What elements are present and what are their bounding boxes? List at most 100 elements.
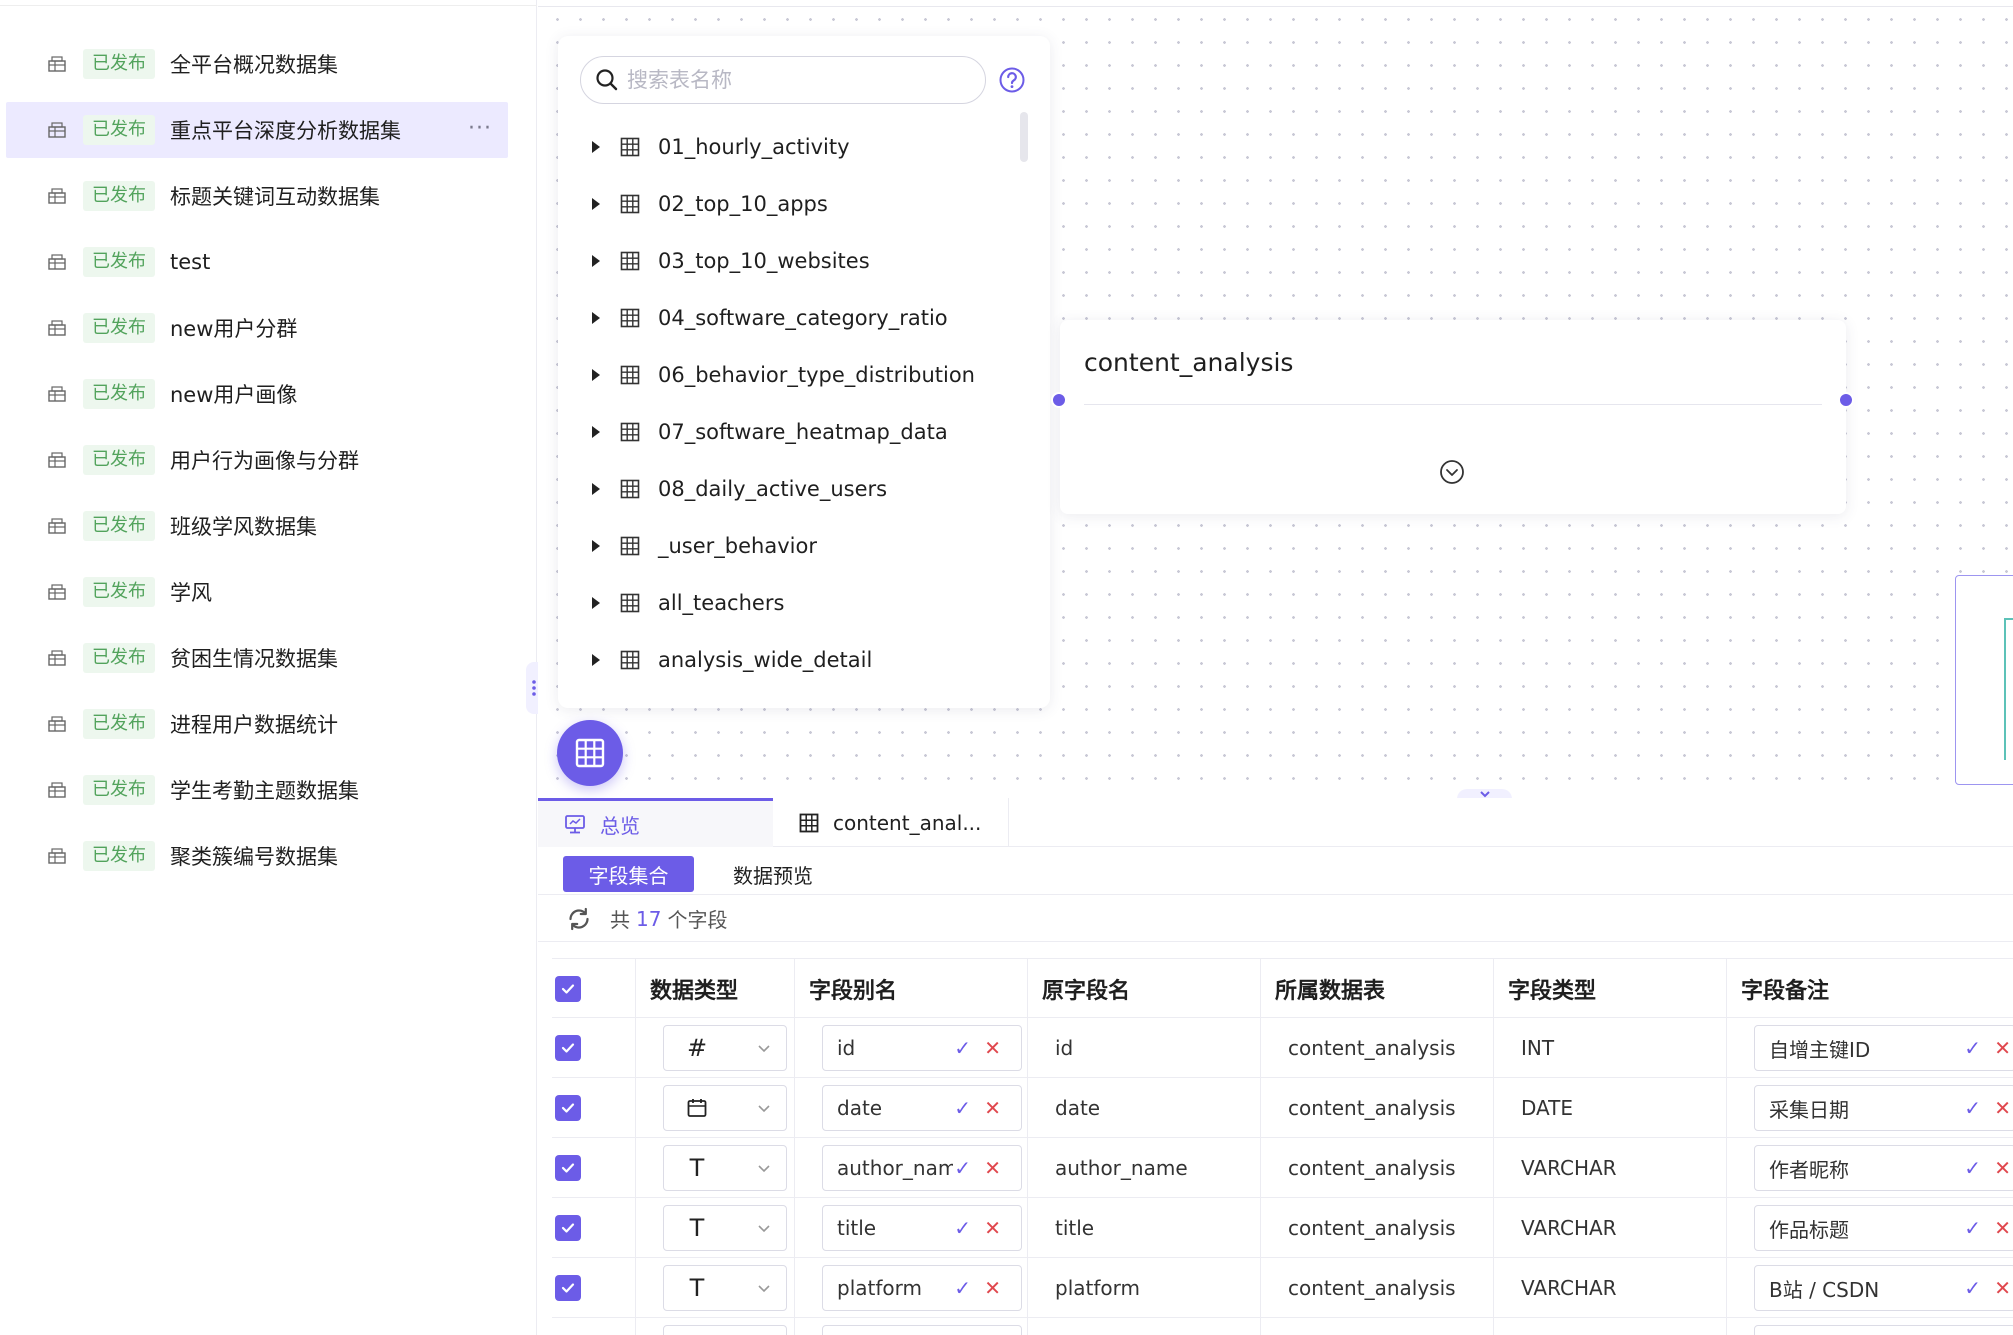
checkbox[interactable] <box>555 1215 581 1241</box>
subtab-field-set[interactable]: 字段集合 <box>563 856 694 892</box>
dataset-item[interactable]: 已发布 重点平台深度分析数据集 ··· <box>6 102 508 158</box>
row-checkbox-cell[interactable] <box>555 1138 581 1198</box>
caret-right-icon[interactable] <box>592 197 600 210</box>
dataset-item[interactable]: 已发布 全平台概况数据集 <box>6 36 508 92</box>
dataset-item[interactable]: 已发布 学生考勤主题数据集 <box>6 762 508 818</box>
cancel-icon[interactable]: ✕ <box>984 1156 1001 1180</box>
checkbox[interactable] <box>555 1155 581 1181</box>
data-type-select[interactable]: T <box>663 1265 787 1311</box>
dataset-item[interactable]: 已发布 test <box>6 234 508 290</box>
table-search-input[interactable] <box>627 68 957 92</box>
caret-right-icon[interactable] <box>592 539 600 552</box>
cancel-icon[interactable]: ✕ <box>1994 1036 2011 1060</box>
caret-right-icon[interactable] <box>592 140 600 153</box>
row-checkbox-cell[interactable] <box>555 1018 581 1078</box>
remark-input[interactable] <box>1754 1325 2013 1335</box>
alias-input[interactable]: author_name✓ ✕ <box>822 1145 1022 1191</box>
cancel-icon[interactable]: ✕ <box>1994 1156 2011 1180</box>
remark-input[interactable]: 采集日期 ✓ ✕ <box>1754 1085 2013 1131</box>
tab-overview[interactable]: 总览 <box>538 798 773 847</box>
alias-input[interactable] <box>822 1325 1022 1335</box>
cancel-icon[interactable]: ✕ <box>984 1216 1001 1240</box>
confirm-icon[interactable]: ✓ <box>954 1156 971 1180</box>
dataset-item[interactable]: 已发布 new用户分群 <box>6 300 508 356</box>
cancel-icon[interactable]: ✕ <box>1994 1276 2011 1300</box>
data-type-select[interactable]: T <box>663 1205 787 1251</box>
dataset-item[interactable]: 已发布 进程用户数据统计 <box>6 696 508 752</box>
confirm-icon[interactable]: ✓ <box>954 1276 971 1300</box>
row-checkbox-cell[interactable] <box>555 1258 581 1318</box>
confirm-icon[interactable]: ✓ <box>954 1216 971 1240</box>
cancel-icon[interactable]: ✕ <box>984 1276 1001 1300</box>
data-type-select[interactable]: # <box>663 1025 787 1071</box>
caret-right-icon[interactable] <box>592 653 600 666</box>
expand-circle-icon[interactable] <box>1438 458 1466 490</box>
table-tree-item[interactable]: 06_behavior_type_distribution <box>588 346 1008 403</box>
table-tree-item[interactable]: 03_top_10_websites <box>588 232 1008 289</box>
secondary-node-partial[interactable] <box>1955 575 2013 785</box>
caret-right-icon[interactable] <box>592 254 600 267</box>
alias-input[interactable]: date ✓ ✕ <box>822 1085 1022 1131</box>
table-search-box[interactable] <box>580 56 986 104</box>
alias-input[interactable]: platform ✓ ✕ <box>822 1265 1022 1311</box>
more-icon[interactable]: ··· <box>468 116 492 141</box>
remark-input[interactable]: 作品标题 ✓ ✕ <box>1754 1205 2013 1251</box>
alias-input[interactable]: id ✓ ✕ <box>822 1025 1022 1071</box>
row-checkbox-cell[interactable] <box>555 1078 581 1138</box>
table-node[interactable]: content_analysis <box>1060 320 1846 514</box>
table-tree-item[interactable]: _user_behavior <box>588 517 1008 574</box>
node-port-left[interactable] <box>1051 392 1067 408</box>
confirm-icon[interactable]: ✓ <box>1964 1036 1981 1060</box>
table-tree-item[interactable]: 08_daily_active_users <box>588 460 1008 517</box>
caret-right-icon[interactable] <box>592 311 600 324</box>
table-tree-item[interactable]: 02_top_10_apps <box>588 175 1008 232</box>
checkbox[interactable] <box>555 1095 581 1121</box>
data-type-select[interactable]: T <box>663 1145 787 1191</box>
table-tree-item[interactable]: all_teachers <box>588 574 1008 631</box>
table-tree-item[interactable]: 07_software_heatmap_data <box>588 403 1008 460</box>
remark-input[interactable]: 自增主键ID ✓ ✕ <box>1754 1025 2013 1071</box>
data-type-select[interactable] <box>663 1085 787 1131</box>
data-type-cell: T <box>663 1258 787 1318</box>
dataset-item[interactable]: 已发布 学风 <box>6 564 508 620</box>
caret-right-icon[interactable] <box>592 368 600 381</box>
confirm-icon[interactable]: ✓ <box>954 1096 971 1120</box>
dataset-item[interactable]: 已发布 聚类簇编号数据集 <box>6 828 508 884</box>
checkbox[interactable] <box>555 1275 581 1301</box>
help-icon[interactable] <box>998 66 1026 98</box>
tab-content-analysis[interactable]: content_anal... <box>773 798 1009 847</box>
node-port-right[interactable] <box>1838 392 1854 408</box>
cancel-icon[interactable]: ✕ <box>1994 1216 2011 1240</box>
confirm-icon[interactable]: ✓ <box>1964 1216 1981 1240</box>
select-all-checkbox[interactable] <box>555 959 581 1019</box>
row-checkbox-cell[interactable] <box>555 1198 581 1258</box>
confirm-icon[interactable]: ✓ <box>954 1036 971 1060</box>
cancel-icon[interactable]: ✕ <box>984 1036 1001 1060</box>
data-type-select[interactable] <box>663 1325 787 1335</box>
dataset-item[interactable]: 已发布 new用户画像 <box>6 366 508 422</box>
dataset-item[interactable]: 已发布 贫困生情况数据集 <box>6 630 508 686</box>
cancel-icon[interactable]: ✕ <box>1994 1096 2011 1120</box>
table-tree-item[interactable]: 04_software_category_ratio <box>588 289 1008 346</box>
checkbox[interactable] <box>555 976 581 1002</box>
table-list-scrollbar[interactable] <box>1020 112 1028 162</box>
caret-right-icon[interactable] <box>592 596 600 609</box>
remark-input[interactable]: B站 / CSDN ✓ ✕ <box>1754 1265 2013 1311</box>
cancel-icon[interactable]: ✕ <box>984 1096 1001 1120</box>
refresh-icon[interactable] <box>566 906 592 932</box>
dataset-item[interactable]: 已发布 班级学风数据集 <box>6 498 508 554</box>
add-table-button[interactable] <box>557 720 623 786</box>
caret-right-icon[interactable] <box>592 482 600 495</box>
caret-right-icon[interactable] <box>592 425 600 438</box>
table-tree-item[interactable]: 01_hourly_activity <box>588 118 1008 175</box>
remark-input[interactable]: 作者昵称 ✓ ✕ <box>1754 1145 2013 1191</box>
checkbox[interactable] <box>555 1035 581 1061</box>
dataset-item[interactable]: 已发布 用户行为画像与分群 <box>6 432 508 488</box>
confirm-icon[interactable]: ✓ <box>1964 1096 1981 1120</box>
table-tree-item[interactable]: analysis_wide_detail <box>588 631 1008 688</box>
confirm-icon[interactable]: ✓ <box>1964 1156 1981 1180</box>
dataset-item[interactable]: 已发布 标题关键词互动数据集 <box>6 168 508 224</box>
subtab-data-preview[interactable]: 数据预览 <box>733 856 813 892</box>
confirm-icon[interactable]: ✓ <box>1964 1276 1981 1300</box>
alias-input[interactable]: title ✓ ✕ <box>822 1205 1022 1251</box>
